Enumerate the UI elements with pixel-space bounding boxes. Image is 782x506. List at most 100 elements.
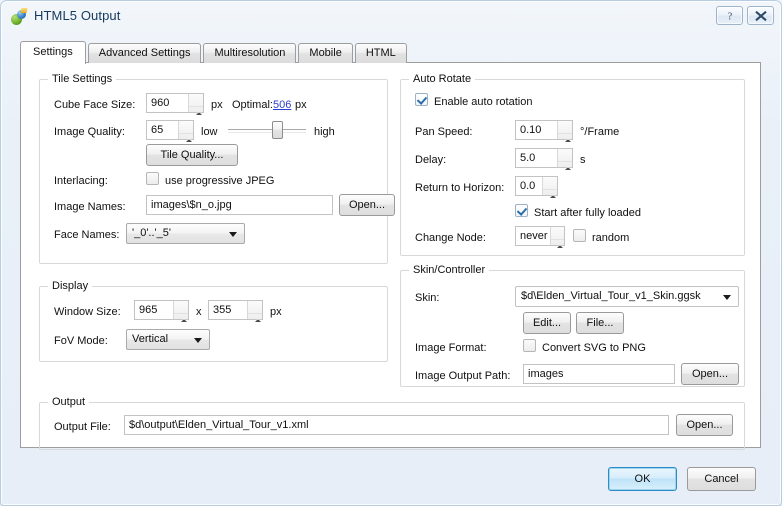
image-quality-up-arrow[interactable]	[179, 121, 193, 142]
slider-thumb[interactable]	[271, 121, 283, 139]
window-height-value: 355	[213, 304, 232, 316]
pan-speed-down-arrow[interactable]	[558, 133, 572, 152]
chevron-down-icon	[194, 337, 202, 343]
chevron-down-icon	[723, 294, 731, 300]
fov-mode-value: Vertical	[132, 333, 169, 345]
change-node-up-arrow[interactable]	[551, 227, 564, 248]
auto-rotate-legend: Auto Rotate	[409, 73, 476, 85]
auto-rotate-group: Auto Rotate Enable auto rotation Pan Spe…	[400, 73, 745, 258]
tab-strip: Settings Advanced Settings Multiresoluti…	[20, 41, 409, 64]
question-mark-icon: ?	[727, 11, 732, 22]
progressive-jpeg-label: use progressive JPEG	[165, 175, 275, 187]
interlacing-label: Interlacing:	[54, 175, 108, 187]
window-height-down-arrow[interactable]	[248, 313, 262, 332]
return-to-horizon-down-arrow[interactable]	[543, 189, 557, 208]
cube-face-size-down-arrow[interactable]	[189, 106, 203, 125]
fov-mode-label: FoV Mode:	[54, 335, 108, 347]
image-output-path-label: Image Output Path:	[415, 370, 511, 382]
image-output-path-input[interactable]: images	[523, 364, 675, 384]
window-width-arrows[interactable]	[173, 301, 188, 332]
change-node-down-arrow[interactable]	[550, 239, 564, 258]
cube-face-size-label: Cube Face Size:	[54, 99, 136, 111]
fov-mode-combo[interactable]: Vertical	[126, 329, 210, 350]
tab-multiresolution[interactable]: Multiresolution	[203, 43, 297, 63]
delay-arrows[interactable]	[557, 149, 572, 180]
return-to-horizon-value: 0.0	[520, 180, 536, 192]
image-output-open-button[interactable]: Open...	[681, 363, 739, 385]
convert-svg-to-png-label: Convert SVG to PNG	[542, 342, 646, 354]
cube-face-size-value: 960	[151, 97, 170, 109]
convert-svg-to-png-checkbox[interactable]	[523, 339, 536, 352]
face-names-label: Face Names:	[54, 229, 120, 241]
window-width-up-arrow[interactable]	[174, 301, 188, 322]
output-file-open-button[interactable]: Open...	[676, 414, 733, 436]
window-width-value: 965	[139, 304, 158, 316]
cancel-button[interactable]: Cancel	[687, 467, 756, 491]
window-size-unit: px	[270, 306, 282, 318]
output-file-label: Output File:	[54, 421, 111, 433]
image-format-label: Image Format:	[415, 342, 487, 354]
window-width-down-arrow[interactable]	[174, 313, 188, 332]
tab-advanced-settings[interactable]: Advanced Settings	[87, 43, 202, 63]
image-names-input[interactable]: images\$n_o.jpg	[146, 195, 333, 215]
pan-speed-spinner[interactable]: 0.10	[515, 120, 573, 152]
display-legend: Display	[48, 280, 93, 292]
skin-edit-button[interactable]: Edit...	[523, 312, 571, 334]
face-names-value: '_0'..'_5'	[132, 227, 171, 239]
return-to-horizon-label: Return to Horizon:	[415, 182, 505, 194]
app-globe-sphere-icon	[11, 8, 28, 25]
optimal-label: Optimal:	[232, 99, 273, 111]
optimal-unit: px	[295, 99, 307, 111]
cube-face-size-arrows[interactable]	[188, 94, 203, 125]
slider-low-label: low	[201, 126, 218, 138]
display-group: Display Window Size: 965 x 355 px FoV Mo…	[39, 280, 388, 362]
delay-up-arrow[interactable]	[558, 149, 572, 170]
return-to-horizon-up-arrow[interactable]	[543, 177, 557, 198]
tile-quality-button[interactable]: Tile Quality...	[146, 144, 238, 166]
cube-face-size-up-arrow[interactable]	[189, 94, 203, 115]
window-width-spinner[interactable]: 965	[134, 300, 189, 332]
output-file-input[interactable]: $d\output\Elden_Virtual_Tour_v1.xml	[124, 415, 669, 435]
progressive-jpeg-checkbox[interactable]	[146, 172, 159, 185]
window-size-label: Window Size:	[54, 306, 121, 318]
skin-combo[interactable]: $d\Elden_Virtual_Tour_v1_Skin.ggsk	[515, 286, 739, 307]
ok-button[interactable]: OK	[608, 467, 677, 491]
cube-face-size-spinner[interactable]: 960	[146, 93, 204, 125]
return-to-horizon-spinner[interactable]: 0.0	[515, 176, 558, 208]
tab-mobile[interactable]: Mobile	[298, 43, 353, 63]
return-to-horizon-arrows[interactable]	[542, 177, 557, 208]
tile-settings-group: Tile Settings Cube Face Size: 960 px Opt…	[39, 73, 395, 264]
delay-label: Delay:	[415, 154, 447, 166]
random-checkbox[interactable]	[573, 229, 586, 242]
start-after-fully-loaded-checkbox[interactable]	[515, 204, 528, 217]
pan-speed-arrows[interactable]	[557, 121, 572, 152]
slider-track	[228, 129, 306, 133]
help-button[interactable]: ?	[716, 6, 743, 25]
window-height-spinner[interactable]: 355	[208, 300, 263, 332]
image-quality-slider[interactable]	[228, 120, 306, 140]
window-height-up-arrow[interactable]	[248, 301, 262, 322]
optimal-value-link[interactable]: 506	[273, 99, 291, 112]
cube-face-size-unit: px	[211, 99, 223, 111]
delay-spinner[interactable]: 5.0	[515, 148, 573, 180]
image-quality-arrows[interactable]	[178, 121, 193, 152]
tab-settings[interactable]: Settings	[20, 41, 86, 64]
delay-down-arrow[interactable]	[558, 161, 572, 180]
close-button[interactable]	[747, 6, 774, 25]
size-separator: x	[196, 306, 202, 318]
pan-speed-unit: °/Frame	[580, 126, 620, 138]
image-names-open-button[interactable]: Open...	[339, 194, 395, 216]
change-node-arrows[interactable]	[549, 227, 564, 258]
change-node-spinner[interactable]: never	[515, 226, 565, 258]
enable-auto-rotation-checkbox[interactable]	[415, 93, 428, 106]
tab-html[interactable]: HTML	[354, 43, 407, 63]
svg-text:?: ?	[727, 11, 732, 22]
output-group: Output Output File: $d\output\Elden_Virt…	[39, 396, 745, 450]
window-height-arrows[interactable]	[247, 301, 262, 332]
delay-unit: s	[580, 154, 586, 166]
image-quality-spinner[interactable]: 65	[146, 120, 194, 152]
window-title: HTML5 Output	[34, 8, 121, 23]
pan-speed-up-arrow[interactable]	[558, 121, 572, 142]
skin-file-button[interactable]: File...	[576, 312, 624, 334]
face-names-combo[interactable]: '_0'..'_5'	[126, 223, 245, 244]
